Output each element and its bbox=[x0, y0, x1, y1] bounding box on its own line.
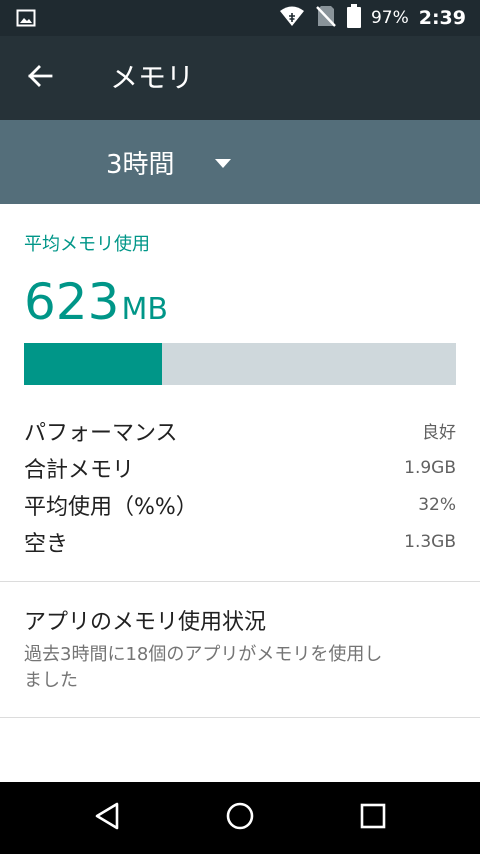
app-bar: メモリ bbox=[0, 36, 480, 120]
stat-row-total-memory: 合計メモリ 1.9GB bbox=[24, 449, 456, 486]
stat-label: パフォーマンス bbox=[24, 420, 178, 446]
summary-line: ました bbox=[24, 670, 78, 691]
back-button[interactable] bbox=[18, 58, 62, 98]
app-memory-usage-title: アプリのメモリ使用状況 bbox=[24, 610, 267, 635]
average-memory-label: 平均メモリ使用 bbox=[24, 234, 150, 255]
stat-row-average-usage: 平均使用（%%） 32% bbox=[24, 486, 456, 523]
stat-row-free: 空き 1.3GB bbox=[24, 523, 456, 560]
memory-usage-bar bbox=[24, 343, 456, 385]
stat-value: 32% bbox=[418, 494, 456, 515]
nav-back-triangle-icon bbox=[94, 802, 120, 834]
no-sim-icon bbox=[315, 4, 337, 32]
nav-home-circle-icon bbox=[226, 802, 254, 834]
period-dropdown[interactable]: 3時間 bbox=[106, 138, 231, 186]
memory-unit: MB bbox=[121, 292, 168, 327]
stat-row-performance: パフォーマンス 良好 bbox=[24, 412, 456, 449]
app-memory-usage-summary: 過去3時間に18個のアプリがメモリを使用し ました bbox=[24, 642, 464, 694]
navigation-bar bbox=[0, 782, 480, 854]
summary-line: 過去3時間に18個のアプリがメモリを使用し bbox=[24, 644, 383, 665]
status-bar: 97% 2:39 bbox=[0, 0, 480, 36]
nav-recents-button[interactable] bbox=[353, 798, 393, 838]
stat-value: 1.3GB bbox=[404, 531, 456, 552]
clock: 2:39 bbox=[418, 7, 466, 29]
filter-bar: 3時間 bbox=[0, 120, 480, 204]
stat-value: 1.9GB bbox=[404, 457, 456, 478]
stat-label: 空き bbox=[24, 531, 69, 557]
dropdown-triangle-icon bbox=[214, 153, 231, 172]
average-memory-value: 623MB bbox=[24, 270, 168, 346]
nav-recents-square-icon bbox=[360, 803, 386, 833]
app-memory-usage-item[interactable]: アプリのメモリ使用状況 過去3時間に18個のアプリがメモリを使用し ました bbox=[24, 606, 464, 694]
stat-label: 合計メモリ bbox=[24, 457, 135, 483]
memory-stats: パフォーマンス 良好 合計メモリ 1.9GB 平均使用（%%） 32% 空き 1… bbox=[24, 412, 456, 560]
page-title: メモリ bbox=[110, 61, 195, 94]
arrow-left-icon bbox=[27, 64, 53, 92]
wifi-icon bbox=[279, 5, 305, 31]
divider bbox=[0, 717, 480, 718]
nav-back-button[interactable] bbox=[87, 798, 127, 838]
image-icon bbox=[16, 8, 36, 28]
battery-icon bbox=[346, 4, 361, 32]
period-selected-value: 3時間 bbox=[106, 149, 175, 180]
memory-usage-fill bbox=[24, 343, 163, 385]
stat-label: 平均使用（%%） bbox=[24, 494, 198, 520]
battery-percent: 97% bbox=[370, 8, 409, 28]
divider bbox=[0, 581, 480, 582]
memory-number: 623 bbox=[24, 273, 120, 331]
nav-home-button[interactable] bbox=[220, 798, 260, 838]
stat-value: 良好 bbox=[422, 423, 456, 443]
